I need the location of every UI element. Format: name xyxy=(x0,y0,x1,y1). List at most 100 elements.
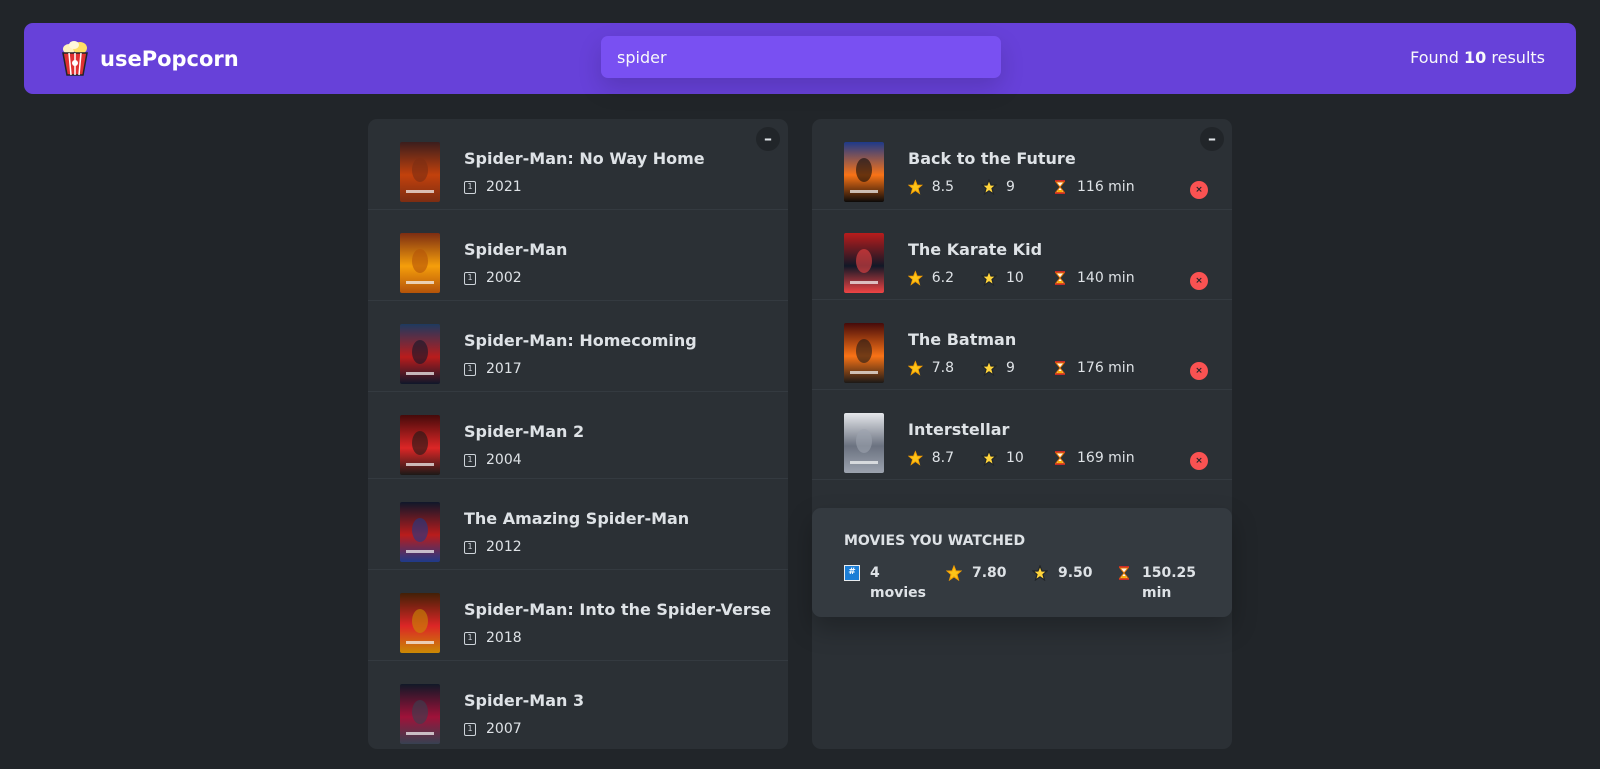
watched-list-item: The Karate Kid 6.2 10 140 min × xyxy=(812,210,1232,300)
year-value: 2021 xyxy=(486,179,522,195)
movie-list-item[interactable]: Spider-Man 2 1 2004 xyxy=(368,392,788,479)
delete-button[interactable]: × xyxy=(1190,362,1208,380)
movie-title: Back to the Future xyxy=(908,149,1076,168)
results-number: 10 xyxy=(1464,48,1487,67)
summary-avg-user: 9.50 xyxy=(1032,563,1116,603)
glowing-star-icon xyxy=(981,179,997,195)
movie-list-item[interactable]: Spider-Man 3 1 2007 xyxy=(368,661,788,749)
user-rating: 9 xyxy=(981,360,1025,376)
runtime: 140 min xyxy=(1052,270,1135,286)
watched-list-item: The Batman 7.8 9 176 min × xyxy=(812,300,1232,390)
star-icon xyxy=(946,565,962,581)
search-results-box: – Spider-Man: No Way Home 1 2021 Spider-Man… xyxy=(368,119,788,749)
movie-poster xyxy=(400,502,440,562)
glowing-star-icon xyxy=(981,360,997,376)
movie-title: The Amazing Spider-Man xyxy=(464,509,690,528)
movie-year: 1 2018 xyxy=(464,630,522,646)
year-value: 2017 xyxy=(486,361,522,377)
star-icon xyxy=(908,270,923,286)
calendar-icon: 1 xyxy=(464,362,476,376)
movie-title: Spider-Man: Into the Spider-Verse xyxy=(464,600,772,619)
summary-title: MOVIES YOU WATCHED xyxy=(844,533,1026,549)
movie-year: 1 2002 xyxy=(464,270,522,286)
delete-button[interactable]: × xyxy=(1190,452,1208,470)
calendar-icon: 1 xyxy=(464,453,476,467)
hash-icon: # xyxy=(844,565,860,581)
user-rating: 9 xyxy=(981,179,1025,195)
movie-poster xyxy=(400,684,440,744)
summary-avg-imdb: 7.80 xyxy=(946,563,1032,603)
calendar-icon: 1 xyxy=(464,540,476,554)
movie-poster xyxy=(400,324,440,384)
star-icon xyxy=(908,360,923,376)
popcorn-icon xyxy=(62,41,88,76)
star-icon xyxy=(908,450,923,466)
watched-list: Back to the Future 8.5 9 116 min × The Karate… xyxy=(812,119,1232,480)
hourglass-icon xyxy=(1054,180,1066,194)
hourglass-icon xyxy=(1054,451,1066,465)
star-icon xyxy=(908,179,923,195)
imdb-rating: 8.5 xyxy=(908,179,954,195)
summary-avg-runtime: 150.25 min xyxy=(1116,563,1196,603)
summary-count: # 4 movies xyxy=(844,563,946,603)
runtime: 169 min xyxy=(1052,450,1135,466)
hourglass-icon xyxy=(1054,361,1066,375)
collapse-button[interactable]: – xyxy=(1200,127,1224,151)
imdb-rating: 6.2 xyxy=(908,270,954,286)
movie-title: Spider-Man 3 xyxy=(464,691,585,710)
imdb-rating: 7.8 xyxy=(908,360,954,376)
year-value: 2007 xyxy=(486,721,522,737)
hourglass-icon xyxy=(1054,271,1066,285)
delete-button[interactable]: × xyxy=(1190,181,1208,199)
glowing-star-icon xyxy=(981,450,997,466)
movie-title: The Karate Kid xyxy=(908,240,1043,259)
movie-stats: 6.2 10 140 min xyxy=(908,270,1162,286)
movie-year: 1 2012 xyxy=(464,539,522,555)
movie-stats: 8.5 9 116 min xyxy=(908,179,1162,195)
imdb-rating: 8.7 xyxy=(908,450,954,466)
runtime: 116 min xyxy=(1052,179,1135,195)
movie-poster xyxy=(844,413,884,473)
results-count: Found 10 results xyxy=(1410,48,1545,67)
delete-button[interactable]: × xyxy=(1190,272,1208,290)
movie-poster xyxy=(844,323,884,383)
glowing-star-icon xyxy=(981,270,997,286)
hourglass-icon xyxy=(1118,566,1130,580)
movie-year: 1 2004 xyxy=(464,452,522,468)
calendar-icon: 1 xyxy=(464,631,476,645)
movie-list-item[interactable]: Spider-Man: Into the Spider-Verse 1 2018 xyxy=(368,570,788,661)
year-value: 2002 xyxy=(486,270,522,286)
movie-poster xyxy=(844,233,884,293)
watched-list-item: Back to the Future 8.5 9 116 min × xyxy=(812,119,1232,210)
watched-summary: MOVIES YOU WATCHED # 4 movies 7.80 9.50 1… xyxy=(812,508,1232,617)
app-name: usePopcorn xyxy=(100,47,239,71)
calendar-icon: 1 xyxy=(464,271,476,285)
year-value: 2004 xyxy=(486,452,522,468)
navbar: usePopcorn Found 10 results xyxy=(24,23,1576,94)
movie-list-item[interactable]: The Amazing Spider-Man 1 2012 xyxy=(368,479,788,570)
user-rating: 10 xyxy=(981,270,1025,286)
movie-title: The Batman xyxy=(908,330,1017,349)
movie-list-item[interactable]: Spider-Man: No Way Home 1 2021 xyxy=(368,119,788,210)
collapse-button[interactable]: – xyxy=(756,127,780,151)
movie-stats: 8.7 10 169 min xyxy=(908,450,1162,466)
movie-list-item[interactable]: Spider-Man: Homecoming 1 2017 xyxy=(368,301,788,392)
movie-title: Interstellar xyxy=(908,420,1010,439)
summary-stats: # 4 movies 7.80 9.50 150.25 min xyxy=(844,563,1200,603)
search-input[interactable] xyxy=(601,36,1001,78)
movie-list-item[interactable]: Spider-Man 1 2002 xyxy=(368,210,788,301)
movie-title: Spider-Man: Homecoming xyxy=(464,331,697,350)
movie-list: Spider-Man: No Way Home 1 2021 Spider-Man 1 2… xyxy=(368,119,788,749)
logo: usePopcorn xyxy=(60,41,239,77)
watched-box: – Back to the Future 8.5 9 116 min × The Kara… xyxy=(812,119,1232,749)
calendar-icon: 1 xyxy=(464,722,476,736)
movie-title: Spider-Man xyxy=(464,240,568,259)
movie-year: 1 2007 xyxy=(464,721,522,737)
movie-poster xyxy=(400,142,440,202)
runtime: 176 min xyxy=(1052,360,1135,376)
movie-title: Spider-Man 2 xyxy=(464,422,585,441)
movie-poster xyxy=(400,233,440,293)
movie-poster xyxy=(400,593,440,653)
movie-poster xyxy=(844,142,884,202)
glowing-star-icon xyxy=(1032,565,1048,581)
